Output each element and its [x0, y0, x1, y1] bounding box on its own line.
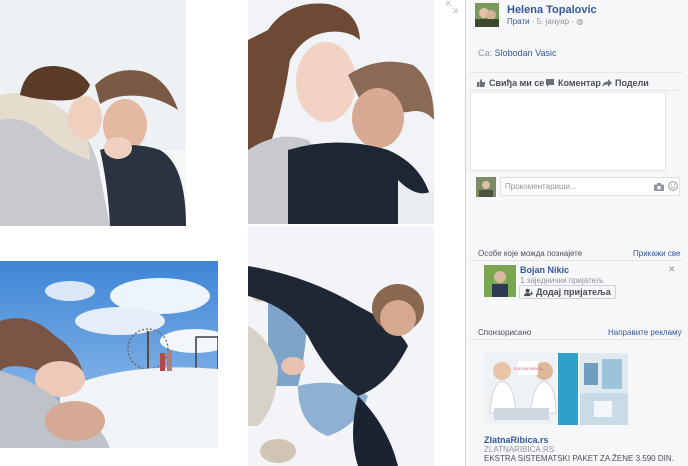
ad-text: EKSTRA SISTEMATSKI PAKET ZA ŽENE 3.590 D… [484, 454, 674, 463]
with-label: Са: [478, 48, 493, 58]
ad-domain: ZLATNARIBICA.RS [484, 445, 555, 454]
people-heading: Особе које можда познајете [478, 249, 583, 258]
camera-icon[interactable] [654, 182, 664, 191]
expand-icon[interactable] [446, 1, 458, 13]
thumbs-up-icon [477, 79, 486, 87]
like-button[interactable]: Свиђа ми се [476, 76, 544, 90]
comments-area [470, 92, 666, 171]
add-person-icon [524, 288, 533, 296]
ad-logo: ZLATNA RIBICA [513, 366, 543, 371]
follow-link[interactable]: Прати [507, 17, 530, 26]
mutual-friends[interactable]: 1 заједнички пријатељ [520, 276, 603, 285]
post-date[interactable]: 5. јануар [537, 17, 569, 26]
close-icon[interactable]: ✕ [668, 264, 676, 275]
separator [470, 90, 683, 91]
see-all-link[interactable]: Прикажи све [633, 249, 680, 258]
add-friend-button[interactable]: Додај пријатеља [519, 285, 616, 299]
photo-viewer [0, 0, 466, 466]
suggested-person-name[interactable]: Bojan Nikic [520, 265, 569, 275]
photo-couple-snow-sky[interactable] [0, 261, 218, 448]
comment-button[interactable]: Коментар [545, 76, 601, 90]
comment-input[interactable]: Прокоментариши... [500, 177, 680, 196]
separator [470, 339, 683, 340]
share-button[interactable]: Подели [602, 76, 649, 90]
photo-boy-in-snow[interactable] [248, 226, 434, 466]
ad-title[interactable]: ZlatnaRibica.rs [484, 435, 549, 445]
ad-image[interactable]: ZLATNA RIBICA [484, 353, 628, 425]
with-name[interactable]: Slobodan Vasic [495, 48, 557, 58]
photo-couple-kiss-2[interactable] [248, 0, 434, 224]
smiley-icon[interactable] [668, 181, 678, 191]
post-meta: Прати · 5. јануар · ◍ [507, 17, 584, 26]
author-name[interactable]: Helena Topalovic [507, 4, 597, 16]
speech-bubble-icon [546, 79, 554, 87]
separator [470, 260, 683, 261]
suggested-person-photo[interactable] [484, 265, 516, 297]
sponsored-heading: Спонзорисано [478, 328, 532, 337]
separator [470, 72, 683, 73]
author-avatar[interactable] [475, 3, 499, 27]
create-ad-link[interactable]: Направите рекламу [608, 328, 682, 337]
share-arrow-icon [602, 79, 612, 87]
globe-icon: · ◍ [571, 17, 584, 26]
viewer-avatar [476, 177, 496, 197]
with-line: Са: Slobodan Vasic [478, 48, 557, 58]
photo-couple-kiss-1[interactable] [0, 0, 186, 226]
